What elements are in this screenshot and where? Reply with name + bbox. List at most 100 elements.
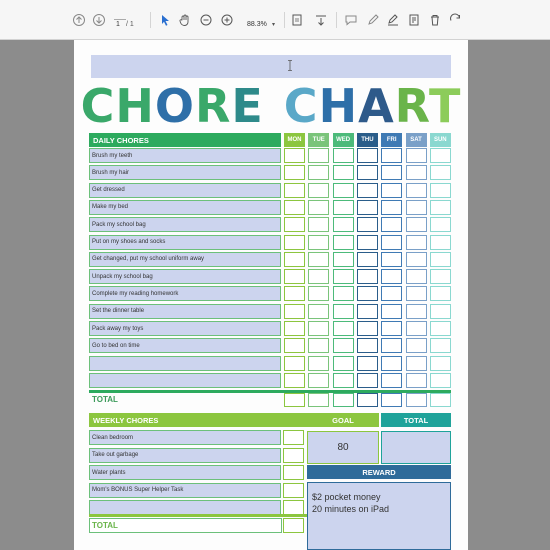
- daily-total-box-fri[interactable]: [381, 393, 403, 407]
- checkbox-wed[interactable]: [332, 199, 354, 215]
- checkbox-tue[interactable]: [308, 303, 330, 319]
- checkbox-tue[interactable]: [308, 182, 330, 198]
- reward-field[interactable]: $2 pocket money 20 minutes on iPad: [307, 482, 451, 550]
- weekly-total-box[interactable]: [283, 518, 304, 533]
- checkbox-tue[interactable]: [308, 165, 330, 181]
- checkbox-fri[interactable]: [381, 199, 403, 215]
- checkbox-sat[interactable]: [405, 148, 427, 163]
- checkbox-mon[interactable]: [284, 321, 305, 336]
- daily-chore-row[interactable]: Brush my hair: [89, 165, 281, 181]
- checkbox-thu[interactable]: [356, 217, 378, 233]
- daily-chore-row[interactable]: Set the dinner table: [89, 303, 281, 319]
- checkbox-wed[interactable]: [332, 372, 354, 388]
- checkbox-thu[interactable]: [356, 251, 378, 267]
- checkbox-fri[interactable]: [381, 182, 403, 198]
- checkbox-thu[interactable]: [356, 269, 378, 285]
- weekly-chore-row[interactable]: Mom's BONUS Super Helper Task: [89, 482, 281, 498]
- daily-chore-row[interactable]: [89, 372, 281, 388]
- daily-chore-row[interactable]: Pack away my toys: [89, 321, 281, 336]
- checkbox-sat[interactable]: [405, 269, 427, 285]
- daily-chore-row[interactable]: Get changed, put my school uniform away: [89, 251, 281, 267]
- checkbox-mon[interactable]: [284, 338, 305, 354]
- checkbox-sat[interactable]: [405, 372, 427, 388]
- checkbox-sun[interactable]: [429, 251, 451, 267]
- checkbox-tue[interactable]: [308, 355, 330, 371]
- checkbox-tue[interactable]: [308, 148, 330, 163]
- checkbox-sat[interactable]: [405, 338, 427, 354]
- fit-page-icon[interactable]: [288, 12, 306, 28]
- checkbox-tue[interactable]: [308, 372, 330, 388]
- daily-chore-row[interactable]: Brush my teeth: [89, 148, 281, 163]
- daily-chore-row[interactable]: Go to bed on time: [89, 338, 281, 354]
- checkbox-tue[interactable]: [308, 251, 330, 267]
- daily-chore-row[interactable]: Put on my shoes and socks: [89, 234, 281, 250]
- daily-chore-row[interactable]: Pack my school bag: [89, 217, 281, 233]
- checkbox-mon[interactable]: [284, 303, 305, 319]
- total-value[interactable]: [381, 431, 451, 464]
- checkbox-fri[interactable]: [381, 234, 403, 250]
- checkbox-sun[interactable]: [429, 165, 451, 181]
- checkbox-mon[interactable]: [284, 234, 305, 250]
- checkbox-sun[interactable]: [429, 148, 451, 163]
- rotate-icon[interactable]: [449, 12, 463, 28]
- daily-chore-row[interactable]: Make my bed: [89, 199, 281, 215]
- weekly-chore-row-empty[interactable]: [89, 500, 281, 515]
- checkbox-wed[interactable]: [332, 286, 354, 302]
- checkbox-sun[interactable]: [429, 286, 451, 302]
- hand-tool-icon[interactable]: [178, 12, 192, 28]
- checkbox-sun[interactable]: [429, 321, 451, 336]
- checkbox-thu[interactable]: [356, 286, 378, 302]
- checkbox-thu[interactable]: [356, 199, 378, 215]
- checkbox-tue[interactable]: [308, 217, 330, 233]
- checkbox-thu[interactable]: [356, 338, 378, 354]
- checkbox-thu[interactable]: [356, 303, 378, 319]
- checkbox-mon[interactable]: [284, 269, 305, 285]
- checkbox-mon[interactable]: [284, 286, 305, 302]
- checkbox-thu[interactable]: [356, 182, 378, 198]
- checkbox-fri[interactable]: [381, 269, 403, 285]
- checkbox-fri[interactable]: [381, 355, 403, 371]
- scroll-mode-icon[interactable]: [314, 12, 328, 28]
- checkbox-sun[interactable]: [429, 234, 451, 250]
- daily-chore-row[interactable]: [89, 355, 281, 371]
- checkbox-sun[interactable]: [429, 303, 451, 319]
- next-page-icon[interactable]: [92, 12, 106, 28]
- checkbox-thu[interactable]: [356, 321, 378, 336]
- checkbox-sat[interactable]: [405, 199, 427, 215]
- daily-total-box-wed[interactable]: [332, 393, 354, 407]
- checkbox-mon[interactable]: [284, 199, 305, 215]
- checkbox-wed[interactable]: [332, 303, 354, 319]
- daily-total-box-sat[interactable]: [405, 393, 427, 407]
- weekly-chore-row[interactable]: Clean bedroom: [89, 430, 281, 445]
- page-number-input[interactable]: 1: [116, 21, 120, 28]
- checkbox-wed[interactable]: [332, 217, 354, 233]
- daily-total-box-sun[interactable]: [429, 393, 451, 407]
- checkbox-wed[interactable]: [332, 165, 354, 181]
- delete-icon[interactable]: [428, 12, 442, 28]
- fill-sign-icon[interactable]: [407, 12, 421, 28]
- checkbox-wed[interactable]: [332, 321, 354, 336]
- checkbox-fri[interactable]: [381, 148, 403, 163]
- sign-icon[interactable]: [386, 12, 400, 28]
- daily-chore-row[interactable]: Get dressed: [89, 182, 281, 198]
- checkbox-fri[interactable]: [381, 338, 403, 354]
- checkbox-mon[interactable]: [284, 148, 305, 163]
- checkbox-wed[interactable]: [332, 234, 354, 250]
- checkbox-fri[interactable]: [381, 251, 403, 267]
- checkbox-tue[interactable]: [308, 286, 330, 302]
- checkbox-mon[interactable]: [284, 165, 305, 181]
- checkbox-tue[interactable]: [308, 321, 330, 336]
- checkbox-mon[interactable]: [284, 217, 305, 233]
- checkbox-sat[interactable]: [405, 165, 427, 181]
- checkbox-fri[interactable]: [381, 372, 403, 388]
- checkbox-sat[interactable]: [405, 286, 427, 302]
- daily-total-box-tue[interactable]: [308, 393, 330, 407]
- comment-icon[interactable]: [344, 12, 358, 28]
- checkbox-sat[interactable]: [405, 217, 427, 233]
- weekly-checkbox[interactable]: [283, 500, 304, 515]
- checkbox-sun[interactable]: [429, 355, 451, 371]
- checkbox-fri[interactable]: [381, 286, 403, 302]
- checkbox-sat[interactable]: [405, 321, 427, 336]
- checkbox-tue[interactable]: [308, 234, 330, 250]
- weekly-chore-row[interactable]: Water plants: [89, 465, 281, 480]
